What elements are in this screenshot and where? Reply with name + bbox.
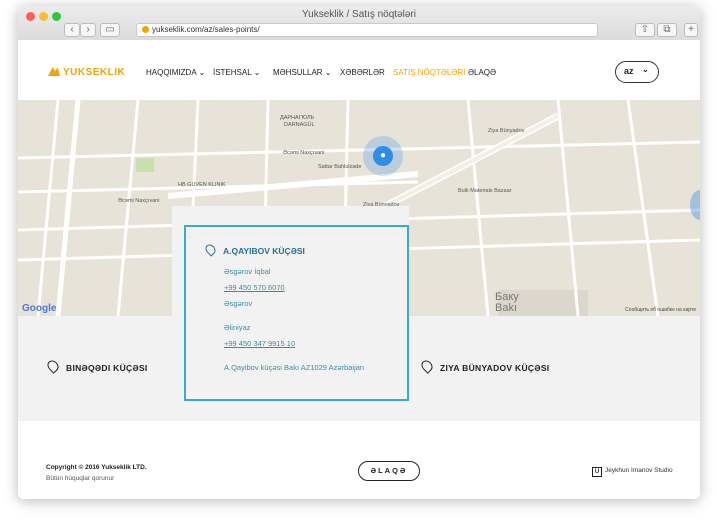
logo-mountain-icon	[48, 67, 60, 76]
location-pin-icon	[419, 358, 435, 374]
google-logo: Google	[22, 303, 57, 314]
menu-item-products[interactable]: MƏHSULLAR ⌄	[273, 68, 332, 77]
menu-item-contact[interactable]: ƏLAQƏ	[468, 68, 496, 77]
sales-point-name: BINƏQƏDI KÜÇƏSI	[66, 363, 148, 373]
new-tab-button[interactable]: +	[684, 23, 698, 37]
contact-button[interactable]: ƏLAQƏ	[358, 461, 420, 481]
address-bar[interactable]: yukseklik.com/az/sales-points/	[136, 23, 598, 37]
city-name-az: Bakı	[495, 302, 518, 314]
site-header: YUKSEKLIK HAQQIMIZDA ⌄ İSTEHSAL ⌄ MƏHSUL…	[18, 40, 700, 100]
chevron-down-icon: ⌄	[642, 65, 649, 74]
location-pin-icon	[45, 358, 61, 374]
copyright-text: Copyright © 2016 Yukseklik LTD.	[46, 464, 147, 471]
sales-point-item[interactable]: BINƏQƏDI KÜÇƏSI	[45, 358, 148, 374]
map-label: Ziya Bünyadov	[488, 128, 525, 134]
rights-text: Bütün hüquqlar qorunur	[46, 475, 115, 482]
phone-link[interactable]: +99 450 347 9915 10	[224, 339, 295, 348]
contact-name: Əsgərov İqbal	[224, 267, 271, 276]
menu-item-news[interactable]: XƏBƏRLƏR	[340, 68, 385, 77]
site-icon	[142, 26, 149, 33]
map-label: ДАРНАГЮЛЬ	[280, 115, 315, 121]
site-footer: Copyright © 2016 Yukseklik LTD. Bütün hü…	[18, 421, 700, 499]
card-title: A.QAYIBOV KÜÇƏSI	[203, 242, 305, 257]
map-label: Bulk Materials Bazaar	[458, 188, 512, 194]
browser-window: Yukseklik / Satış nöqtələri ‹ › ▭ yuksek…	[18, 6, 700, 499]
language-select[interactable]: az ⌄	[615, 61, 659, 83]
menu-item-production[interactable]: İSTEHSAL ⌄	[213, 68, 260, 77]
studio-logo-icon: U	[592, 467, 602, 477]
url-text: yukseklik.com/az/sales-points/	[152, 25, 260, 34]
address-text: A.Qayibov küçəsi Bakı AZ1029 Azərbaijan	[224, 363, 365, 372]
window-title: Yukseklik / Satış nöqtələri	[302, 9, 416, 20]
studio-name: Jeykhun Imanov Studio	[605, 467, 673, 474]
map-label: Əcəmi Naxçıvani	[283, 150, 325, 156]
menu-item-about[interactable]: HAQQIMIZDA ⌄	[146, 68, 205, 77]
back-button[interactable]: ‹	[64, 23, 80, 37]
location-pin-icon	[203, 242, 218, 257]
map-marker[interactable]: ●	[373, 146, 393, 166]
site-logo[interactable]: YUKSEKLIK	[48, 67, 125, 78]
map-label: DARNAGÜL	[284, 122, 315, 128]
show-tabs-button[interactable]: ⧉	[657, 23, 677, 37]
map-label: Sattar Bahlulzade	[318, 164, 362, 170]
sidebar-toggle-button[interactable]: ▭	[100, 23, 120, 37]
studio-credit[interactable]: U Jeykhun Imanov Studio	[592, 467, 673, 477]
logo-text: YUKSEKLIK	[63, 67, 126, 78]
forward-button[interactable]: ›	[80, 23, 96, 37]
contact-name: Əsgərov	[224, 299, 253, 308]
map-report-link[interactable]: Сообщить об ошибке на карте	[625, 307, 696, 313]
contact-name: Əliniyaz	[224, 323, 251, 332]
sales-point-card: A.QAYIBOV KÜÇƏSI Əsgərov İqbal +99 450 5…	[172, 206, 409, 401]
sales-point-name: ZIYA BÜNYADOV KÜÇƏSI	[440, 363, 550, 373]
browser-titlebar: Yukseklik / Satış nöqtələri ‹ › ▭ yuksek…	[18, 6, 700, 41]
card-title-text: A.QAYIBOV KÜÇƏSI	[223, 246, 305, 256]
sales-point-item[interactable]: ZIYA BÜNYADOV KÜÇƏSI	[419, 358, 550, 374]
map-city-label: Баку Bakı	[495, 292, 519, 314]
share-button[interactable]: ⇧	[635, 23, 655, 37]
map-label: Əcəmi Naxçıvani	[118, 198, 160, 204]
sales-point-card-frame: A.QAYIBOV KÜÇƏSI Əsgərov İqbal +99 450 5…	[184, 225, 409, 401]
menu-item-sales-points[interactable]: SATIŞ NÖQTƏLƏRİ	[393, 68, 465, 77]
map-label: HB GUVEN KLINIK	[178, 182, 226, 188]
phone-link[interactable]: +99 450 570 6070	[224, 283, 285, 292]
language-value: az	[624, 66, 634, 76]
